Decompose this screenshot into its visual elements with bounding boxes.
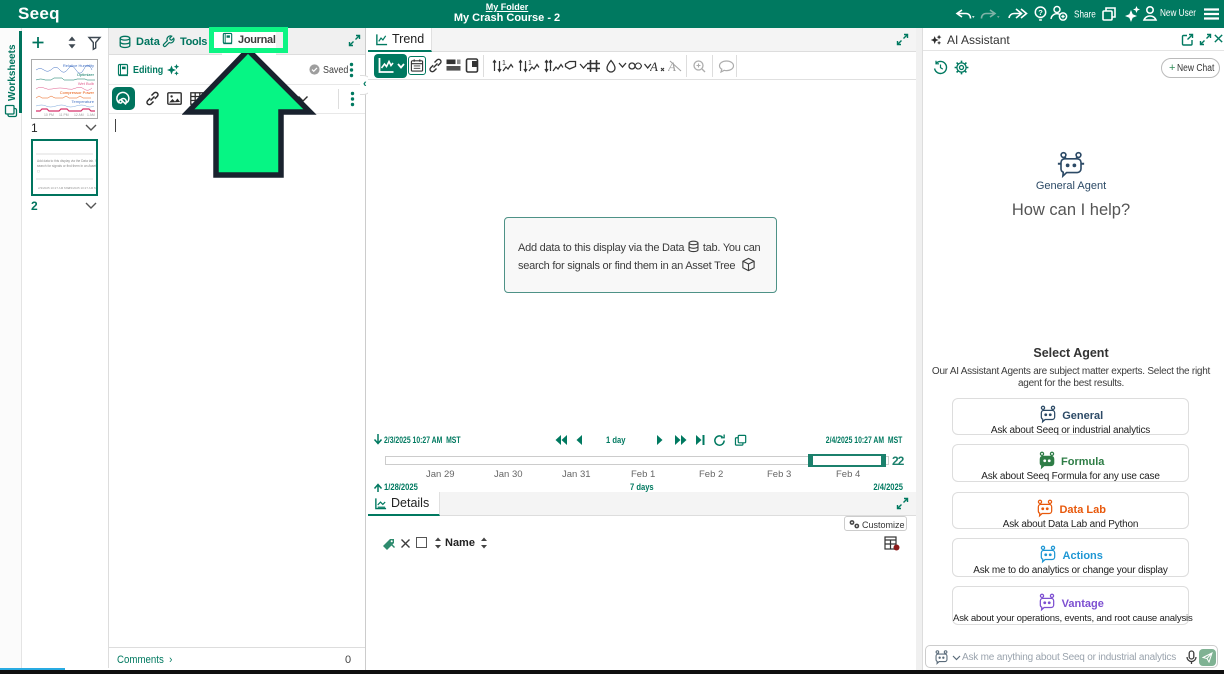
svg-text:2/4/2025 10:27 AM MST: 2/4/2025 10:27 AM MST <box>68 186 96 190</box>
svg-text:1: 1 <box>528 60 532 67</box>
svg-text:1 AM: 1 AM <box>87 113 95 117</box>
svg-text:Share: Share <box>1074 9 1096 20</box>
svg-text:?: ? <box>1038 8 1043 17</box>
svg-text:Wet Bulb: Wet Bulb <box>78 81 95 86</box>
svg-text:11 PM: 11 PM <box>59 113 69 117</box>
svg-text:2/3/2025 10:27 AM MST: 2/3/2025 10:27 AM MST <box>38 186 71 190</box>
svg-text:Relative Humidity: Relative Humidity <box>63 63 94 68</box>
svg-text:1: 1 <box>502 60 506 67</box>
svg-text:Temperature: Temperature <box>72 99 95 104</box>
svg-text:12 AM: 12 AM <box>74 113 84 117</box>
svg-text:search for signals or find the: search for signals or find them in an As… <box>37 164 96 168</box>
svg-text:10 PM: 10 PM <box>44 113 54 117</box>
svg-text:A: A <box>650 59 658 73</box>
svg-text:Add data to this display via t: Add data to this display via the Data ta… <box>37 159 96 163</box>
svg-text:Compressor Power: Compressor Power <box>60 90 95 95</box>
svg-text:Optimizer: Optimizer <box>77 72 95 77</box>
svg-text:▢: ▢ <box>37 169 40 173</box>
